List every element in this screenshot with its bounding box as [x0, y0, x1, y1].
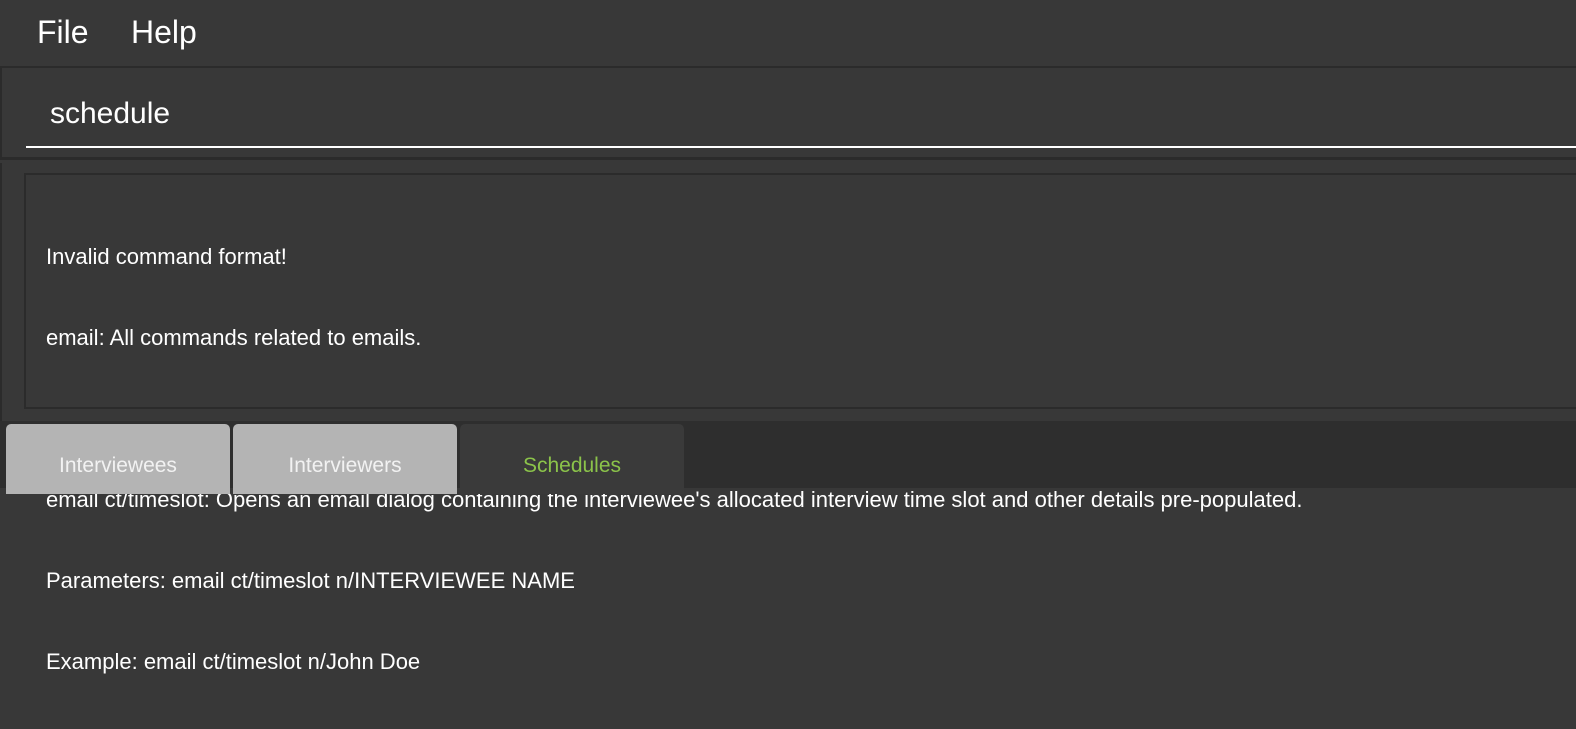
- result-line: Example: email ct/timeslot n/John Doe: [46, 649, 421, 674]
- tab-interviewers[interactable]: Interviewers: [233, 424, 457, 494]
- result-display: Invalid command format! email: All comma…: [24, 173, 1576, 674]
- menu-bar: File Help: [0, 0, 1576, 68]
- tab-bar: Interviewees Interviewers Schedules: [0, 421, 1576, 494]
- result-line: email: All commands related to emails.: [46, 325, 422, 350]
- result-display-area: Invalid command format! email: All comma…: [0, 163, 1576, 674]
- result-line: Invalid command format!: [46, 244, 287, 269]
- command-input[interactable]: [26, 82, 1576, 148]
- result-line: Parameters: email ct/timeslot n/INTERVIE…: [46, 568, 575, 593]
- tab-interviewees[interactable]: Interviewees: [6, 424, 230, 494]
- menu-file[interactable]: File: [37, 14, 89, 51]
- menu-help[interactable]: Help: [131, 14, 197, 51]
- tab-schedules[interactable]: Schedules: [460, 424, 684, 494]
- command-box-area: [0, 68, 1576, 160]
